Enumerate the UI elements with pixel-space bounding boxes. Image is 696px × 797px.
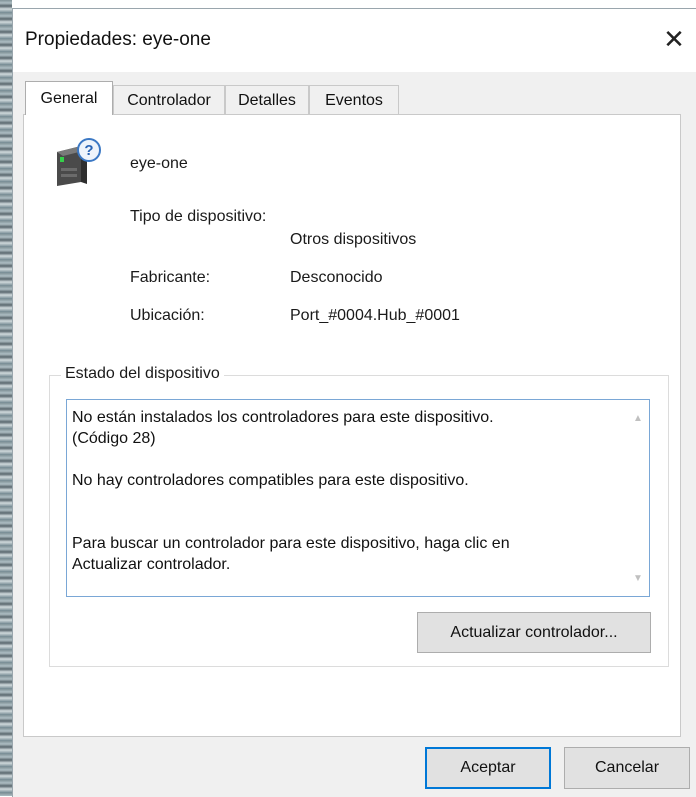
tab-controlador[interactable]: Controlador <box>113 85 225 115</box>
background-window-edge <box>0 0 12 796</box>
update-driver-label: Actualizar controlador... <box>450 623 618 641</box>
tab-general[interactable]: General <box>25 81 113 115</box>
update-driver-button[interactable]: Actualizar controlador... <box>417 612 651 653</box>
unknown-device-icon: ? <box>51 138 105 188</box>
tab-eventos[interactable]: Eventos <box>309 85 399 115</box>
status-line: No hay controladores compatibles para es… <box>72 472 469 489</box>
device-type-label: Tipo de dispositivo: <box>130 208 267 225</box>
manufacturer-label: Fabricante: <box>130 269 211 286</box>
device-status-heading: Estado del dispositivo <box>61 365 224 383</box>
tab-label: Controlador <box>127 91 211 109</box>
device-status-textbox[interactable]: No están instalados los controladores pa… <box>66 399 650 597</box>
ok-button-label: Aceptar <box>460 759 516 776</box>
tab-detalles[interactable]: Detalles <box>225 85 309 115</box>
close-button[interactable]: ✕ <box>651 15 696 63</box>
scroll-down-icon[interactable]: ▼ <box>627 568 649 588</box>
device-type-value: Otros dispositivos <box>290 231 417 248</box>
manufacturer-value: Desconocido <box>290 269 383 286</box>
device-status-group: Estado del dispositivo No están instalad… <box>49 365 669 667</box>
window-title: Propiedades: eye-one <box>25 29 211 50</box>
location-label: Ubicación: <box>130 307 205 324</box>
ok-button[interactable]: Aceptar <box>425 747 551 789</box>
tab-label: Eventos <box>325 91 383 109</box>
device-status-text: No están instalados los controladores pa… <box>72 407 617 575</box>
status-line: Actualizar controlador. <box>72 556 231 573</box>
location-value: Port_#0004.Hub_#0001 <box>290 307 460 324</box>
cancel-button[interactable]: Cancelar <box>564 747 690 789</box>
status-scrollbar[interactable]: ▲ ▼ <box>627 400 649 596</box>
status-line: Para buscar un controlador para este dis… <box>72 535 510 552</box>
close-icon: ✕ <box>663 23 685 54</box>
status-line: (Código 28) <box>72 430 156 447</box>
tab-label: Detalles <box>238 91 296 109</box>
general-tab-panel: ? eye-one Tipo de dispositivo: Otros dis… <box>23 114 681 737</box>
svg-text:?: ? <box>84 142 93 159</box>
title-bar: Propiedades: eye-one ✕ <box>13 9 696 72</box>
properties-dialog: Propiedades: eye-one ✕ General Controlad… <box>12 8 696 797</box>
status-line: No están instalados los controladores pa… <box>72 409 494 426</box>
tab-label: General <box>40 89 98 107</box>
scroll-up-icon[interactable]: ▲ <box>627 408 649 428</box>
cancel-button-label: Cancelar <box>594 759 660 776</box>
device-name: eye-one <box>130 155 188 172</box>
